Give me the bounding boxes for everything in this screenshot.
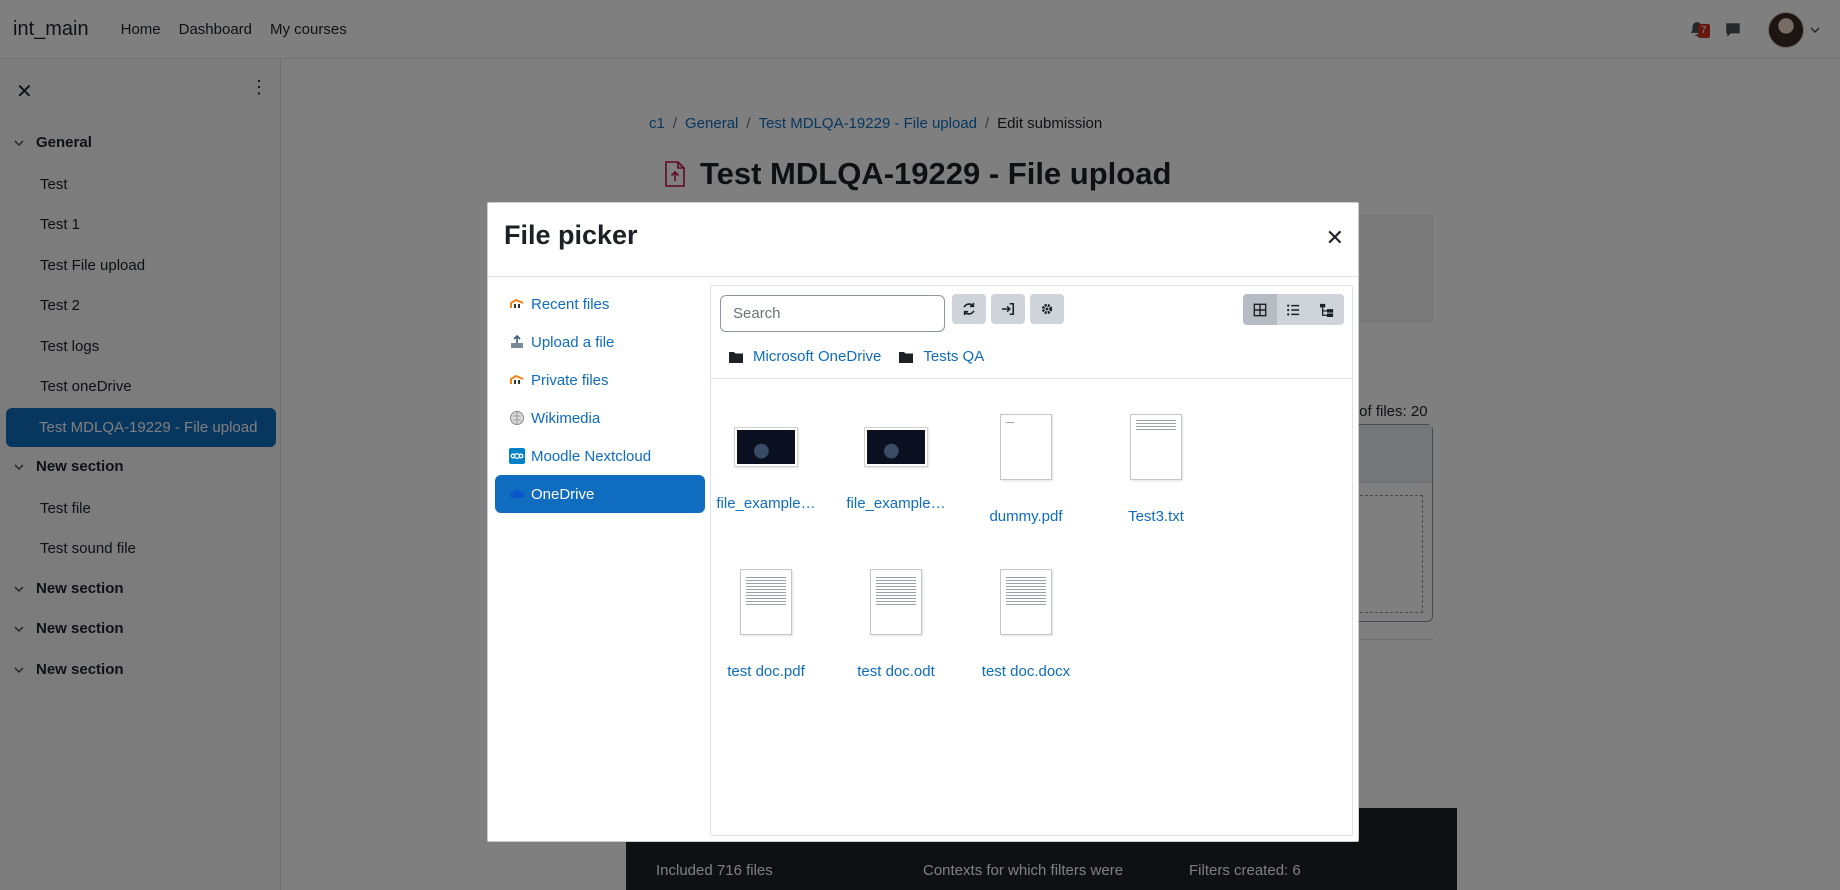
image-thumbnail <box>734 427 798 467</box>
sign-in-icon <box>1001 302 1015 316</box>
repo-label: Upload a file <box>531 333 615 351</box>
moodle-icon <box>509 372 525 388</box>
repo-label: Recent files <box>531 295 610 313</box>
file-tile[interactable]: test doc.odt <box>836 569 956 680</box>
file-name: test doc.odt <box>857 663 935 680</box>
document-thumbnail <box>1000 569 1052 635</box>
view-list-button[interactable] <box>1277 294 1311 325</box>
path-microsoft-onedrive[interactable]: Microsoft OneDrive <box>753 348 881 365</box>
view-mode-toggle <box>1243 294 1344 325</box>
repo-label: Moodle Nextcloud <box>531 447 652 465</box>
settings-button[interactable] <box>1030 294 1064 324</box>
repo-label: Private files <box>531 371 609 389</box>
file-name: test doc.pdf <box>727 663 805 680</box>
file-picker-dialog: File picker ✕ Recent files Upload a file… <box>487 202 1359 842</box>
repo-upload-file[interactable]: Upload a file <box>495 323 705 361</box>
file-name: dummy.pdf <box>989 508 1063 525</box>
repo-private-files[interactable]: Private files <box>495 361 705 399</box>
folder-icon <box>899 351 914 363</box>
file-name: file_example… <box>716 495 816 512</box>
image-thumbnail <box>864 427 928 467</box>
logout-button[interactable] <box>991 294 1025 324</box>
folder-tree-icon <box>1319 303 1334 317</box>
text-thumbnail <box>1130 414 1182 480</box>
file-name: test doc.docx <box>981 663 1071 680</box>
close-icon[interactable]: ✕ <box>1326 227 1344 249</box>
repo-label: OneDrive <box>531 485 595 503</box>
modal-title: File picker <box>504 220 638 250</box>
repo-moodle-nextcloud[interactable]: Moodle Nextcloud <box>495 437 705 475</box>
search-input[interactable] <box>720 295 945 332</box>
list-icon <box>1287 303 1300 316</box>
folder-path: Microsoft OneDrive Tests QA <box>729 348 1002 365</box>
file-tile[interactable]: test doc.docx <box>966 569 1086 680</box>
document-thumbnail <box>740 569 792 635</box>
onedrive-icon <box>509 486 525 502</box>
file-name: file_example… <box>846 495 946 512</box>
upload-icon <box>509 334 525 350</box>
nextcloud-icon <box>509 448 525 464</box>
file-tile[interactable]: Test3.txt <box>1096 414 1216 525</box>
file-name: Test3.txt <box>1128 508 1184 525</box>
path-divider <box>711 378 1352 379</box>
repo-recent-files[interactable]: Recent files <box>495 285 705 323</box>
file-tile[interactable]: dummy.pdf <box>966 414 1086 525</box>
folder-icon <box>729 351 743 363</box>
repo-onedrive[interactable]: OneDrive <box>495 475 705 513</box>
pdf-thumbnail <box>1000 414 1052 480</box>
file-tile[interactable]: test doc.pdf <box>706 569 826 680</box>
repo-label: Wikimedia <box>531 409 601 427</box>
file-tile[interactable]: file_example… <box>706 414 826 512</box>
repository-list: Recent files Upload a file Private files… <box>495 285 705 513</box>
path-tests-qa[interactable]: Tests QA <box>923 348 984 365</box>
file-browser-panel: Microsoft OneDrive Tests QA file_example… <box>710 285 1353 836</box>
refresh-icon <box>963 302 975 316</box>
grid-icon <box>1253 303 1267 316</box>
modal-header: File picker ✕ <box>488 203 1358 277</box>
file-tile[interactable]: file_example… <box>836 414 956 512</box>
view-icons-button[interactable] <box>1243 294 1277 325</box>
repo-wikimedia[interactable]: Wikimedia <box>495 399 705 437</box>
gear-icon <box>1041 303 1053 315</box>
wikimedia-icon <box>509 410 525 426</box>
document-thumbnail <box>870 569 922 635</box>
moodle-icon <box>509 296 525 312</box>
view-tree-button[interactable] <box>1310 294 1344 325</box>
refresh-button[interactable] <box>952 294 986 324</box>
